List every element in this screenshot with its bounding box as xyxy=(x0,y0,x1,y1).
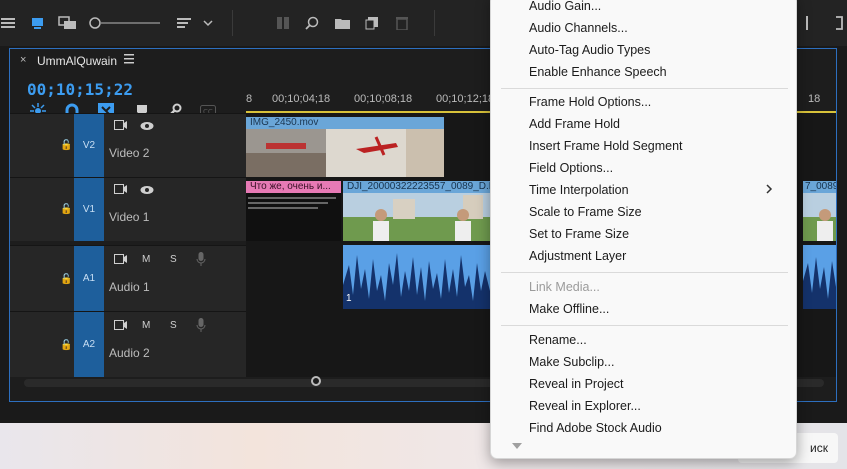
menu-separator xyxy=(501,325,788,326)
lock-icon[interactable]: 🔓 xyxy=(60,204,72,215)
lock-icon[interactable]: 🔓 xyxy=(60,274,72,285)
clip-thumbnail xyxy=(343,193,491,241)
close-icon[interactable]: × xyxy=(20,54,26,66)
menu-item-set-to-frame-size[interactable]: Set to Frame Size xyxy=(529,223,789,245)
film-icon[interactable] xyxy=(114,184,128,198)
ruler-label: 00;10;12;18 xyxy=(436,93,495,105)
multi-monitor-icon[interactable] xyxy=(58,14,78,32)
playhead-timecode[interactable]: 00;10;15;22 xyxy=(27,80,133,99)
menu-separator xyxy=(501,88,788,89)
ruler-label: 18 xyxy=(808,93,821,105)
menu-item-frame-hold-options[interactable]: Frame Hold Options... xyxy=(529,91,789,113)
bracket-icon[interactable] xyxy=(832,14,846,32)
menu-item-label: Time Interpolation xyxy=(529,183,629,197)
clip-thumbnail xyxy=(248,197,336,209)
chevron-down-icon[interactable] xyxy=(202,14,214,32)
list-icon[interactable] xyxy=(176,14,192,32)
film-icon[interactable] xyxy=(114,254,128,268)
menu-item-auto-tag-audio-types[interactable]: Auto-Tag Audio Types xyxy=(529,39,789,61)
lock-icon[interactable]: 🔓 xyxy=(60,140,72,151)
zoom-handle[interactable] xyxy=(311,376,321,386)
clip-title: Что же, очень и... xyxy=(246,181,341,193)
film-icon[interactable] xyxy=(114,320,128,334)
track-name: Video 2 xyxy=(109,146,150,160)
mute-button[interactable]: M xyxy=(142,254,150,265)
eye-icon[interactable] xyxy=(140,121,154,134)
clip-thumbnail xyxy=(803,193,836,241)
track-target-v2[interactable]: V2 xyxy=(74,114,104,177)
solo-button[interactable]: S xyxy=(170,254,177,265)
audio-waveform xyxy=(803,257,836,309)
menu-item-audio-gain[interactable]: Audio Gain... xyxy=(529,0,789,17)
search-icon[interactable] xyxy=(304,14,320,32)
track-target-v1[interactable]: V1 xyxy=(74,178,104,241)
menu-item-insert-frame-hold-segment[interactable]: Insert Frame Hold Segment xyxy=(529,135,789,157)
menu-item-audio-channels[interactable]: Audio Channels... xyxy=(529,17,789,39)
video-clip-v1[interactable]: DJI_20000322223557_0089_D.MP4 xyxy=(343,181,491,241)
scroll-down-icon[interactable] xyxy=(511,442,523,453)
trash-icon[interactable] xyxy=(394,14,410,32)
track-target-a1[interactable]: A1 xyxy=(74,246,104,311)
film-icon[interactable] xyxy=(114,120,128,134)
menu-item-enable-enhance-speech[interactable]: Enable Enhance Speech xyxy=(529,61,789,83)
panel-menu-icon[interactable] xyxy=(124,53,136,68)
text-clip-v1[interactable]: Что же, очень и... xyxy=(246,181,341,241)
menu-item-make-offline[interactable]: Make Offline... xyxy=(529,298,789,320)
menu-item-scale-to-frame-size[interactable]: Scale to Frame Size xyxy=(529,201,789,223)
menu-item-reveal-in-explorer[interactable]: Reveal in Explorer... xyxy=(529,395,789,417)
track-target-a2[interactable]: A2 xyxy=(74,312,104,377)
audio-waveform xyxy=(343,253,491,309)
menu-item-adjustment-layer[interactable]: Adjustment Layer xyxy=(529,245,789,267)
track-header-v1[interactable]: 🔓 V1 Video 1 xyxy=(10,177,246,241)
track-header-a1[interactable]: 🔓 A1 M S Audio 1 xyxy=(10,245,246,311)
ruler-label: 00;10;08;18 xyxy=(354,93,413,105)
sequence-tab-label[interactable]: UmmAlQuwain xyxy=(37,54,117,68)
microphone-icon[interactable] xyxy=(196,252,206,269)
clip-title: DJI_20000322223557_0089_D.MP4 xyxy=(343,181,491,193)
clip-marker-label: 1 xyxy=(346,293,352,304)
eye-icon[interactable] xyxy=(140,185,154,198)
clip-title: IMG_2450.mov xyxy=(246,117,444,129)
video-clip-v2[interactable]: IMG_2450.mov xyxy=(246,117,444,177)
track-name: Audio 1 xyxy=(109,280,150,294)
audio-clip-a1[interactable]: 1 xyxy=(343,245,491,309)
ruler-label: 00;10;04;18 xyxy=(272,93,331,105)
monitor-icon[interactable] xyxy=(30,14,46,32)
menu-item-find-adobe-stock-audio[interactable]: Find Adobe Stock Audio xyxy=(529,417,789,439)
video-clip-v1-right[interactable]: 7_0089_D xyxy=(803,181,836,241)
solo-button[interactable]: S xyxy=(170,320,177,331)
menu-item-rename[interactable]: Rename... xyxy=(529,329,789,351)
ruler-label-partial: 8 xyxy=(246,93,253,105)
audio-clip-a1-right[interactable] xyxy=(803,245,836,309)
track-name: Audio 2 xyxy=(109,346,150,360)
menu-item-link-media[interactable]: Link Media... xyxy=(529,276,789,298)
grid-icon[interactable] xyxy=(276,14,292,32)
zoom-slider[interactable] xyxy=(88,14,160,32)
clip-context-menu: Audio Gain... Audio Channels... Auto-Tag… xyxy=(490,0,797,459)
clip-thumbnail xyxy=(246,129,444,177)
folder-icon[interactable] xyxy=(334,14,352,32)
menu-separator xyxy=(501,272,788,273)
mute-button[interactable]: M xyxy=(142,320,150,331)
microphone-icon[interactable] xyxy=(196,318,206,335)
lock-icon[interactable]: 🔓 xyxy=(60,340,72,351)
new-item-icon[interactable] xyxy=(364,14,380,32)
marker-bar-icon[interactable] xyxy=(802,14,812,32)
track-header-a2[interactable]: 🔓 A2 M S Audio 2 xyxy=(10,311,246,377)
menu-item-field-options[interactable]: Field Options... xyxy=(529,157,789,179)
track-name: Video 1 xyxy=(109,210,150,224)
track-header-v2[interactable]: 🔓 V2 Video 2 xyxy=(10,113,246,177)
chevron-right-icon xyxy=(765,179,773,201)
menu-item-time-interpolation[interactable]: Time Interpolation xyxy=(529,179,789,201)
hamburger-icon[interactable] xyxy=(0,14,18,32)
menu-item-reveal-in-project[interactable]: Reveal in Project xyxy=(529,373,789,395)
menu-item-make-subclip[interactable]: Make Subclip... xyxy=(529,351,789,373)
clip-title: 7_0089_D xyxy=(803,181,836,193)
menu-item-add-frame-hold[interactable]: Add Frame Hold xyxy=(529,113,789,135)
